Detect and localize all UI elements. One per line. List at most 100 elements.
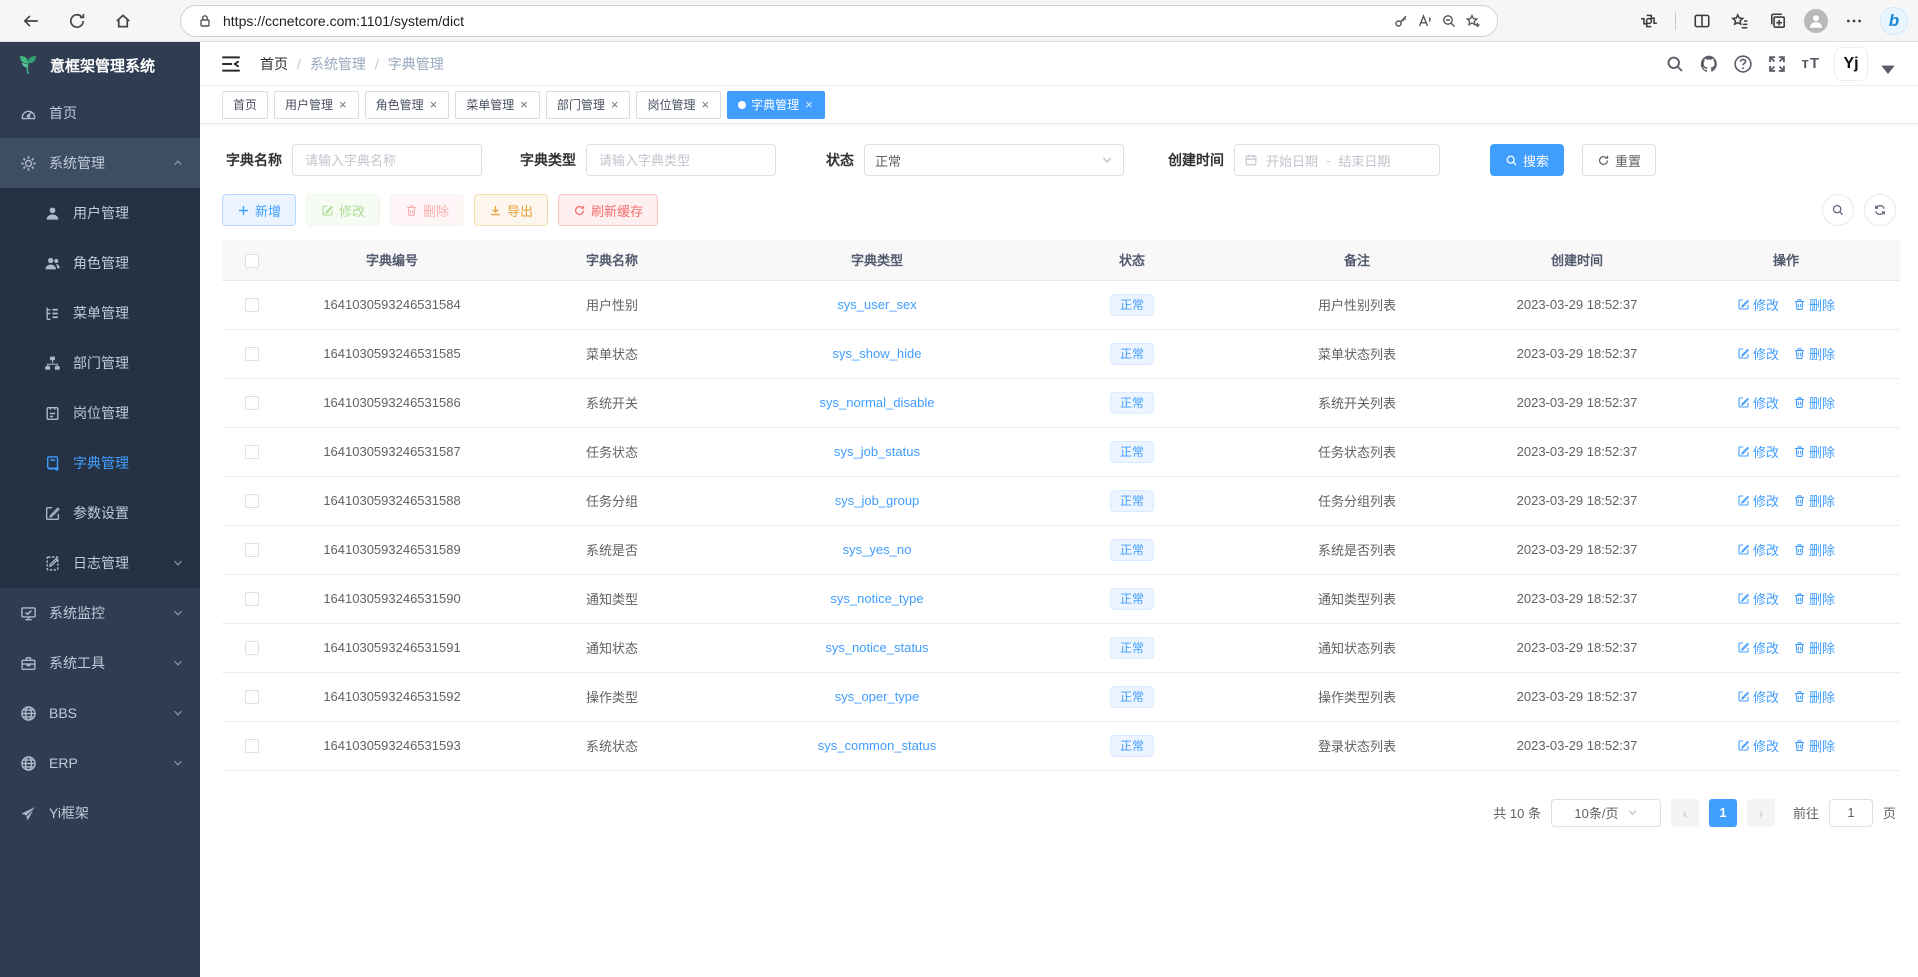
sidebar-item-dept-mgmt[interactable]: 部门管理	[0, 338, 200, 388]
sidebar-item-erp[interactable]: ERP	[0, 738, 200, 788]
row-checkbox[interactable]	[245, 739, 259, 753]
address-bar[interactable]: https://ccnetcore.com:1101/system/dict	[180, 5, 1498, 37]
close-icon[interactable]: ×	[804, 98, 814, 111]
favorites-icon[interactable]	[1728, 9, 1752, 33]
url-text[interactable]: https://ccnetcore.com:1101/system/dict	[223, 13, 1389, 29]
zoom-out-icon[interactable]	[1437, 9, 1461, 33]
edit-row-link[interactable]: 修改	[1737, 687, 1779, 706]
page-size-select[interactable]: 10条/页	[1551, 799, 1661, 827]
reset-button[interactable]: 重置	[1582, 144, 1656, 176]
row-checkbox[interactable]	[245, 592, 259, 606]
dict-type-link[interactable]: sys_normal_disable	[820, 395, 935, 410]
add-favorite-icon[interactable]	[1461, 9, 1485, 33]
font-size-icon[interactable]: ᴛT	[1801, 55, 1820, 72]
sidebar-item-dict-mgmt[interactable]: 字典管理	[0, 438, 200, 488]
sidebar-item-system-monitor[interactable]: 系统监控	[0, 588, 200, 638]
dict-name-input[interactable]	[292, 144, 482, 176]
sidebar-item-home[interactable]: 首页	[0, 88, 200, 138]
delete-row-link[interactable]: 删除	[1793, 295, 1835, 314]
dict-type-link[interactable]: sys_common_status	[818, 738, 937, 753]
dict-type-link[interactable]: sys_oper_type	[835, 689, 920, 704]
user-avatar[interactable]: Yj	[1834, 47, 1868, 81]
row-checkbox[interactable]	[245, 298, 259, 312]
select-all-checkbox[interactable]	[245, 254, 259, 268]
edit-row-link[interactable]: 修改	[1737, 442, 1779, 461]
goto-page-input[interactable]	[1829, 799, 1873, 827]
edit-row-link[interactable]: 修改	[1737, 540, 1779, 559]
tab-home[interactable]: 首页	[222, 91, 268, 119]
home-icon[interactable]	[108, 6, 138, 36]
reload-icon[interactable]	[62, 6, 92, 36]
date-range-picker[interactable]: 开始日期 - 结束日期	[1234, 144, 1440, 176]
sidebar-item-post-mgmt[interactable]: 岗位管理	[0, 388, 200, 438]
dict-type-link[interactable]: sys_show_hide	[833, 346, 922, 361]
github-icon[interactable]	[1699, 54, 1719, 74]
close-icon[interactable]: ×	[429, 98, 439, 111]
read-aloud-icon[interactable]	[1413, 9, 1437, 33]
row-checkbox[interactable]	[245, 543, 259, 557]
edit-row-link[interactable]: 修改	[1737, 295, 1779, 314]
tab-user-mgmt[interactable]: 用户管理×	[274, 91, 359, 119]
fullscreen-icon[interactable]	[1767, 54, 1787, 74]
toggle-search-button[interactable]	[1822, 194, 1854, 226]
tab-dept-mgmt[interactable]: 部门管理×	[546, 91, 631, 119]
dict-type-link[interactable]: sys_notice_type	[830, 591, 923, 606]
bing-copilot-icon[interactable]: b	[1880, 7, 1908, 35]
row-checkbox[interactable]	[245, 690, 259, 704]
dict-type-link[interactable]: sys_user_sex	[837, 297, 916, 312]
sidebar-item-log-mgmt[interactable]: 日志管理	[0, 538, 200, 588]
collections-icon[interactable]	[1766, 9, 1790, 33]
back-icon[interactable]	[16, 6, 46, 36]
tab-role-mgmt[interactable]: 角色管理×	[365, 91, 450, 119]
sidebar-item-role-mgmt[interactable]: 角色管理	[0, 238, 200, 288]
prev-page-button[interactable]: ‹	[1671, 799, 1699, 827]
delete-row-link[interactable]: 删除	[1793, 638, 1835, 657]
close-icon[interactable]: ×	[700, 98, 710, 111]
delete-row-link[interactable]: 删除	[1793, 736, 1835, 755]
split-screen-icon[interactable]	[1690, 9, 1714, 33]
row-checkbox[interactable]	[245, 347, 259, 361]
export-button[interactable]: 导出	[474, 194, 548, 226]
password-key-icon[interactable]	[1389, 9, 1413, 33]
app-logo[interactable]: 意框架管理系统	[0, 42, 200, 88]
row-checkbox[interactable]	[245, 396, 259, 410]
edit-row-link[interactable]: 修改	[1737, 589, 1779, 608]
edit-row-link[interactable]: 修改	[1737, 736, 1779, 755]
delete-row-link[interactable]: 删除	[1793, 589, 1835, 608]
collapse-sidebar-icon[interactable]	[220, 53, 242, 75]
delete-row-link[interactable]: 删除	[1793, 344, 1835, 363]
tab-post-mgmt[interactable]: 岗位管理×	[636, 91, 721, 119]
sidebar-item-menu-mgmt[interactable]: 菜单管理	[0, 288, 200, 338]
delete-row-link[interactable]: 删除	[1793, 393, 1835, 412]
refresh-cache-button[interactable]: 刷新缓存	[558, 194, 658, 226]
dict-type-link[interactable]: sys_notice_status	[825, 640, 928, 655]
dict-type-link[interactable]: sys_yes_no	[843, 542, 912, 557]
tab-menu-mgmt[interactable]: 菜单管理×	[455, 91, 540, 119]
refresh-table-button[interactable]	[1864, 194, 1896, 226]
extensions-icon[interactable]	[1637, 9, 1661, 33]
edit-row-link[interactable]: 修改	[1737, 638, 1779, 657]
chevron-down-icon[interactable]	[1878, 59, 1898, 79]
edit-row-link[interactable]: 修改	[1737, 491, 1779, 510]
sidebar-item-param-settings[interactable]: 参数设置	[0, 488, 200, 538]
edit-row-link[interactable]: 修改	[1737, 393, 1779, 412]
close-icon[interactable]: ×	[519, 98, 529, 111]
lock-icon[interactable]	[193, 9, 217, 33]
tab-dict-mgmt[interactable]: 字典管理×	[727, 91, 825, 119]
sidebar-item-user-mgmt[interactable]: 用户管理	[0, 188, 200, 238]
help-icon[interactable]	[1733, 54, 1753, 74]
status-select[interactable]: 正常	[864, 144, 1124, 176]
dict-type-input[interactable]	[586, 144, 776, 176]
row-checkbox[interactable]	[245, 641, 259, 655]
current-page[interactable]: 1	[1709, 799, 1737, 827]
delete-row-link[interactable]: 删除	[1793, 442, 1835, 461]
add-button[interactable]: 新增	[222, 194, 296, 226]
sidebar-item-bbs[interactable]: BBS	[0, 688, 200, 738]
row-checkbox[interactable]	[245, 494, 259, 508]
delete-row-link[interactable]: 删除	[1793, 491, 1835, 510]
search-button[interactable]: 搜索	[1490, 144, 1564, 176]
breadcrumb-item[interactable]: 首页	[260, 54, 288, 74]
dict-type-link[interactable]: sys_job_group	[835, 493, 920, 508]
delete-row-link[interactable]: 删除	[1793, 687, 1835, 706]
edit-row-link[interactable]: 修改	[1737, 344, 1779, 363]
